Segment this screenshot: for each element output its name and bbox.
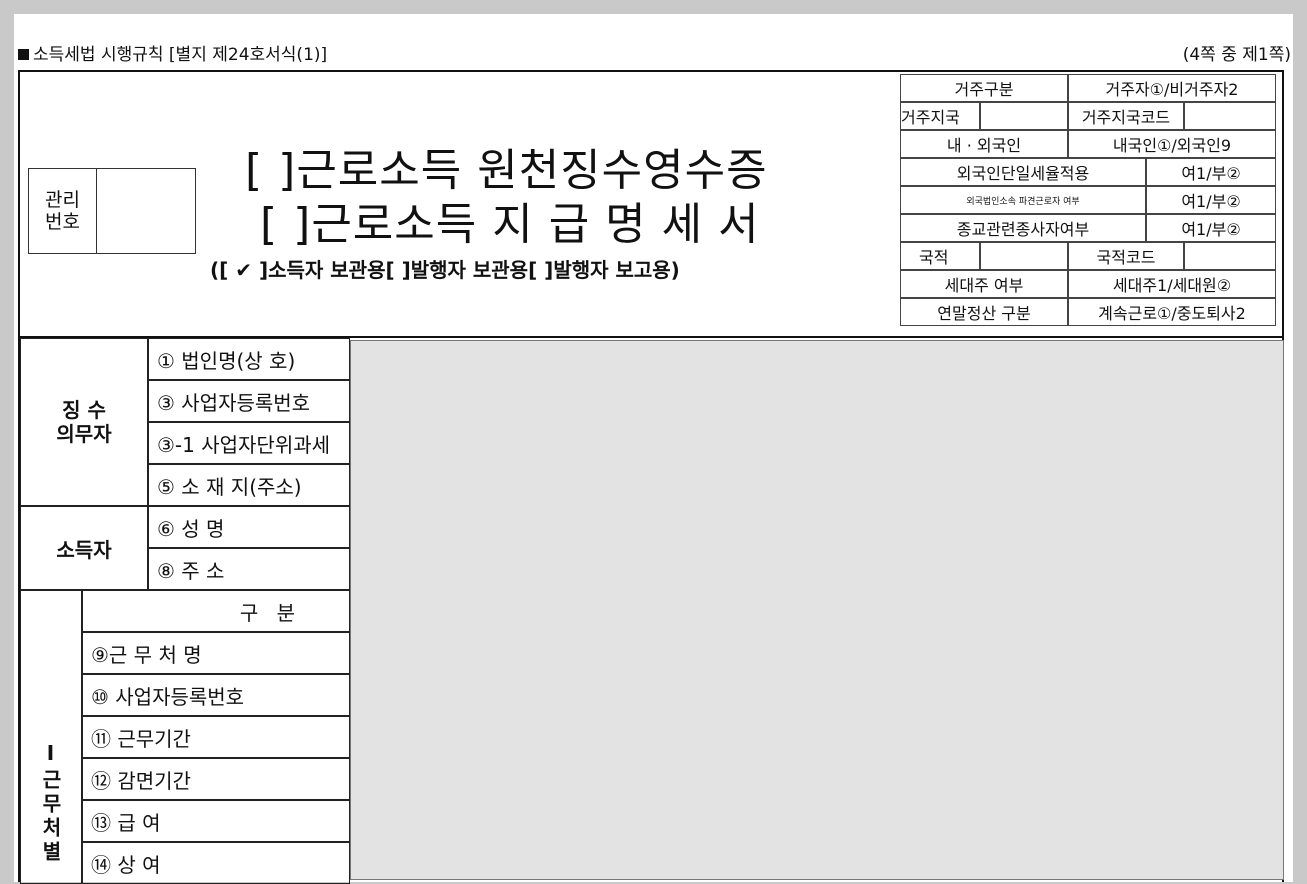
residence-country-label: 거주지국: [900, 102, 980, 130]
workplace-row-business-number: ⑩ 사업자등록번호: [82, 674, 350, 716]
management-number-box: 관리 번호: [28, 168, 196, 254]
form-title: 소득세법 시행규칙 [별지 제24호서식(1)]: [18, 40, 327, 65]
flat-tax-label: 외국인단일세율적용: [900, 158, 1146, 186]
settlement-value[interactable]: 계속근로①/중도퇴사2: [1068, 298, 1276, 326]
country-field[interactable]: [980, 242, 1068, 270]
form-content-area: [350, 340, 1284, 880]
residence-country-code-field[interactable]: [1184, 102, 1276, 130]
country-code-label: 국적코드: [1068, 242, 1184, 270]
household-label: 세대주 여부: [900, 270, 1068, 298]
settlement-label: 연말정산 구분: [900, 298, 1068, 326]
workplace-row-bonus: ⑭ 상 여: [82, 842, 350, 884]
workplace-row-reduction-period: ⑫ 감면기간: [82, 758, 350, 800]
nationality-type-label: 내 · 외국인: [900, 130, 1068, 158]
form-frame: 관리 번호 [ ]근로소득 원천징수영수증 [ ]근로소득 지 급 명 세 서 (…: [18, 70, 1284, 884]
religious-label: 종교관련종사자여부: [900, 214, 1146, 242]
earner-row-address: ⑧ 주 소: [148, 548, 350, 590]
residence-country-field[interactable]: [980, 102, 1068, 130]
religious-value[interactable]: 여1/부②: [1146, 214, 1276, 242]
workplace-section-label: Ⅰ근무처별: [20, 590, 82, 884]
foreign-corp-value[interactable]: 여1/부②: [1146, 186, 1276, 214]
foreign-corp-label: 외국법인소속 파견근로자 여부: [900, 186, 1146, 214]
copy-type-selector[interactable]: ([ ✔ ]소득자 보관용[ ]발행자 보관용[ ]발행자 보고용): [210, 254, 680, 283]
withholder-row-company-name: ① 법인명(상 호): [148, 338, 350, 380]
workplace-row-name: ⑨근 무 처 명: [82, 632, 350, 674]
nationality-type-value[interactable]: 내국인①/외국인9: [1068, 130, 1276, 158]
form-page: 소득세법 시행규칙 [별지 제24호서식(1)] (4쪽 중 제1쪽) 관리 번호…: [14, 14, 1293, 884]
residence-country-code-label: 거주지국코드: [1068, 102, 1184, 130]
withholder-row-unit-taxation: ③-1 사업자단위과세: [148, 422, 350, 464]
residency-info-grid: 거주구분 거주자①/비거주자2 거주지국 거주지국코드 내 · 외국인 내국인①…: [900, 74, 1278, 336]
withholder-section-label: 징 수 의무자: [20, 338, 148, 506]
page-indicator: (4쪽 중 제1쪽): [1182, 45, 1291, 65]
workplace-row-salary: ⑬ 급 여: [82, 800, 350, 842]
management-number-label: 관리 번호: [29, 169, 97, 253]
earner-section-label: 소득자: [20, 506, 148, 590]
residency-label: 거주구분: [900, 74, 1068, 102]
workplace-row-period: ⑪ 근무기간: [82, 716, 350, 758]
flat-tax-value[interactable]: 여1/부②: [1146, 158, 1276, 186]
square-bullet-icon: [18, 49, 29, 60]
workplace-header: 구 분: [82, 590, 350, 632]
management-number-field[interactable]: [97, 169, 195, 253]
withholder-row-address: ⑤ 소 재 지(주소): [148, 464, 350, 506]
household-value[interactable]: 세대주1/세대원②: [1068, 270, 1276, 298]
withholder-row-business-number: ③ 사업자등록번호: [148, 380, 350, 422]
country-code-field[interactable]: [1184, 242, 1276, 270]
title-statement: [ ]근로소득 지 급 명 세 서: [260, 199, 760, 250]
country-label: 국적: [900, 242, 980, 270]
residency-value[interactable]: 거주자①/비거주자2: [1068, 74, 1276, 102]
earner-row-name: ⑥ 성 명: [148, 506, 350, 548]
